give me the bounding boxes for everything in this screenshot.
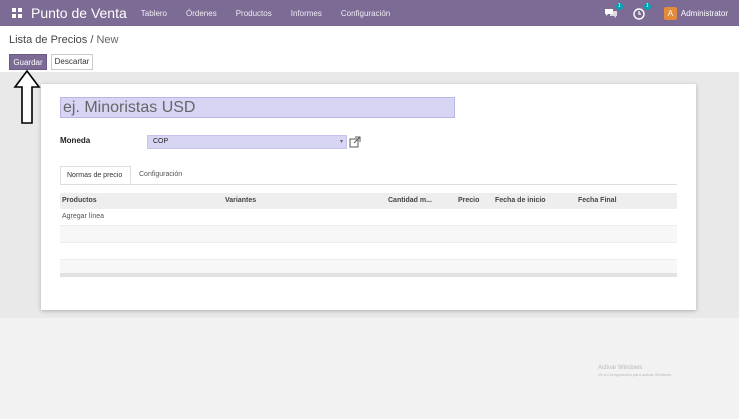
- discard-button[interactable]: Descartar: [51, 54, 93, 70]
- breadcrumb: Lista de Precios / New: [9, 34, 118, 46]
- chat-badge: 1: [615, 3, 623, 10]
- column-header-cantidad[interactable]: Cantidad m...: [388, 197, 432, 204]
- table-header: Productos Variantes Cantidad m... Precio…: [60, 193, 677, 209]
- pricelist-name-input[interactable]: ej. Minoristas USD: [60, 97, 455, 118]
- user-menu[interactable]: A Administrator: [663, 6, 728, 20]
- horizontal-scrollbar[interactable]: [60, 273, 677, 277]
- annotation-up-arrow-icon: [13, 70, 41, 124]
- column-header-precio[interactable]: Precio: [458, 197, 479, 204]
- avatar: A: [663, 6, 677, 20]
- menu-informes[interactable]: Informes: [291, 9, 322, 18]
- save-button[interactable]: Guardar: [9, 54, 47, 70]
- form-tabs: Normas de precio Configuración: [60, 166, 677, 185]
- top-navbar: Punto de Venta Tablero Órdenes Productos…: [0, 0, 739, 26]
- chat-icon[interactable]: 1: [604, 3, 623, 20]
- column-header-variantes[interactable]: Variantes: [225, 197, 256, 204]
- table-row: [60, 243, 677, 260]
- windows-activation-watermark: Activar Windows Ve a Configuración para …: [598, 365, 672, 377]
- watermark-subtitle: Ve a Configuración para activar Windows.: [598, 372, 673, 377]
- price-rules-table: Productos Variantes Cantidad m... Precio…: [60, 193, 677, 277]
- navbar-systray: 1 1 A Administrator: [604, 0, 739, 26]
- watermark-title: Activar Windows: [598, 365, 643, 371]
- activity-clock-icon[interactable]: 1: [632, 3, 651, 20]
- table-row: [60, 226, 677, 243]
- table-row: Agregar línea: [60, 209, 677, 226]
- external-link-icon[interactable]: [349, 136, 361, 148]
- add-line-link[interactable]: Agregar línea: [62, 213, 104, 220]
- chevron-down-icon[interactable]: ▾: [340, 136, 343, 148]
- main-menu: Tablero Órdenes Productos Informes Confi…: [141, 9, 409, 18]
- control-panel: Lista de Precios / New: [0, 26, 739, 72]
- currency-value: COP: [153, 138, 169, 145]
- app-name[interactable]: Punto de Venta: [31, 5, 127, 21]
- apps-menu-icon[interactable]: [12, 8, 22, 18]
- column-header-productos[interactable]: Productos: [62, 197, 97, 204]
- breadcrumb-current: New: [96, 34, 119, 46]
- currency-label: Moneda: [60, 136, 91, 145]
- menu-productos[interactable]: Productos: [236, 9, 272, 18]
- column-header-fecha-inicio[interactable]: Fecha de inicio: [495, 197, 546, 204]
- menu-tablero[interactable]: Tablero: [141, 9, 167, 18]
- user-name: Administrator: [680, 8, 728, 18]
- tab-configuracion[interactable]: Configuración: [133, 166, 188, 184]
- currency-select[interactable]: COP ▾: [147, 135, 347, 149]
- tab-normas-de-precio[interactable]: Normas de precio: [60, 166, 131, 184]
- breadcrumb-parent[interactable]: Lista de Precios: [9, 34, 87, 46]
- column-header-fecha-final[interactable]: Fecha Final: [578, 197, 617, 204]
- menu-ordenes[interactable]: Órdenes: [186, 9, 217, 18]
- activity-badge: 1: [643, 3, 651, 10]
- menu-configuracion[interactable]: Configuración: [341, 9, 390, 18]
